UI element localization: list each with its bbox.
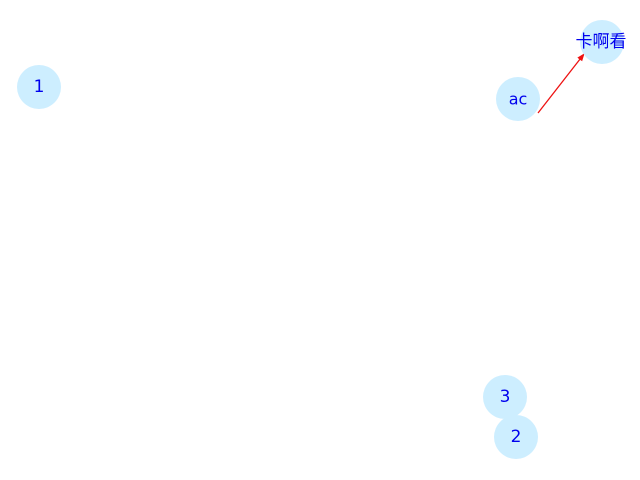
graph-node-1[interactable]: 1: [17, 65, 61, 109]
edge-ac-to-kak[interactable]: [537, 53, 585, 114]
graph-node-ac[interactable]: ac: [496, 77, 540, 121]
graph-node-kak[interactable]: 卡啊看: [576, 20, 627, 64]
node-label: ac: [509, 90, 528, 109]
graph-node-2[interactable]: 2: [494, 415, 538, 459]
node-label: 2: [511, 427, 522, 447]
graph-node-3[interactable]: 3: [483, 375, 527, 419]
node-label: 1: [34, 77, 45, 97]
graph-canvas: 1 ac 卡啊看 3 2: [17, 20, 627, 459]
node-label: 卡啊看: [576, 32, 627, 52]
node-label: 3: [500, 387, 511, 407]
